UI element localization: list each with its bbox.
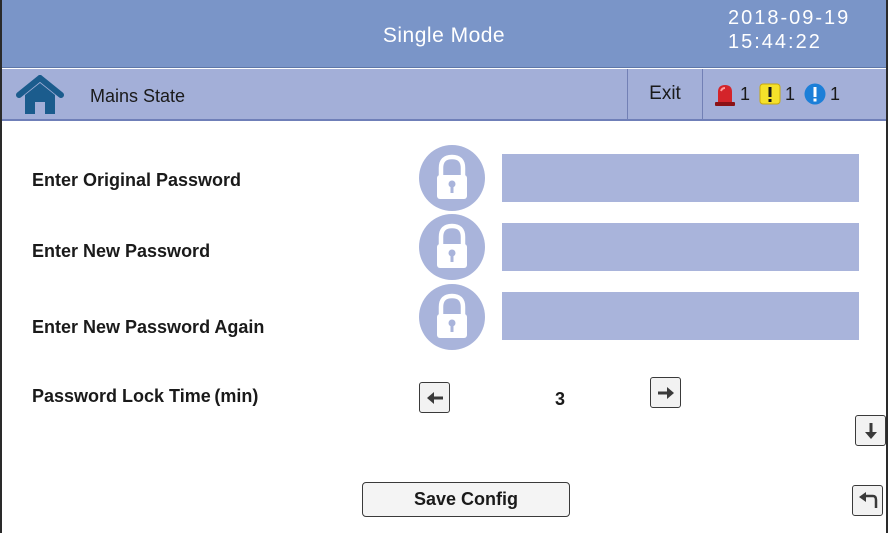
exit-button[interactable]: Exit — [628, 69, 702, 119]
info-indicator[interactable]: 1 — [804, 82, 840, 106]
original-password-label: Enter Original Password — [32, 170, 242, 190]
yellow-warning-icon — [759, 83, 781, 105]
back-button[interactable] — [852, 485, 883, 516]
lock-icon — [437, 154, 467, 199]
save-config-button[interactable]: Save Config — [362, 482, 570, 517]
lock-icon — [437, 223, 467, 268]
alarm-indicators: 1 1 1 — [714, 81, 849, 107]
warning-count: 1 — [785, 83, 796, 104]
return-icon — [858, 491, 877, 508]
new-password-again-field[interactable] — [502, 292, 859, 340]
new-password-lock — [419, 214, 485, 280]
lock-time-value: 3 — [554, 389, 565, 409]
lock-time-label: Password Lock Time (min) — [32, 386, 259, 406]
blue-info-icon — [804, 83, 826, 105]
new-password-field[interactable] — [502, 223, 859, 271]
arrow-right-icon — [657, 386, 674, 399]
new-password-again-lock — [419, 284, 485, 350]
arrow-left-icon — [426, 391, 443, 404]
home-button[interactable] — [16, 74, 64, 115]
critical-alarm-indicator[interactable]: 1 — [714, 82, 750, 106]
original-password-lock — [419, 145, 485, 211]
title-bar: Single Mode 2018-09-19 15:44:22 — [2, 0, 886, 68]
original-password-field[interactable] — [502, 154, 859, 202]
mains-state-label: Mains State — [90, 86, 186, 106]
critical-alarm-count: 1 — [740, 83, 751, 104]
new-password-label: Enter New Password — [32, 241, 211, 261]
divider — [702, 69, 703, 119]
time-text: 15:44:22 — [728, 31, 822, 53]
info-count: 1 — [830, 83, 841, 104]
status-bar: Mains State Exit 1 1 1 — [2, 69, 886, 121]
lock-icon — [437, 293, 467, 338]
page-down-button[interactable] — [855, 415, 886, 446]
datetime: 2018-09-19 15:44:22 — [728, 6, 878, 54]
home-icon — [16, 74, 64, 114]
screen: Single Mode 2018-09-19 15:44:22 Mains St… — [0, 0, 888, 533]
new-password-again-label: Enter New Password Again — [32, 317, 265, 337]
lock-time-decrease-button[interactable] — [419, 382, 450, 413]
lock-time-increase-button[interactable] — [650, 377, 681, 408]
date-text: 2018-09-19 — [728, 7, 851, 29]
warning-indicator[interactable]: 1 — [759, 82, 795, 106]
red-alarm-icon — [715, 85, 735, 106]
arrow-down-icon — [864, 422, 877, 439]
